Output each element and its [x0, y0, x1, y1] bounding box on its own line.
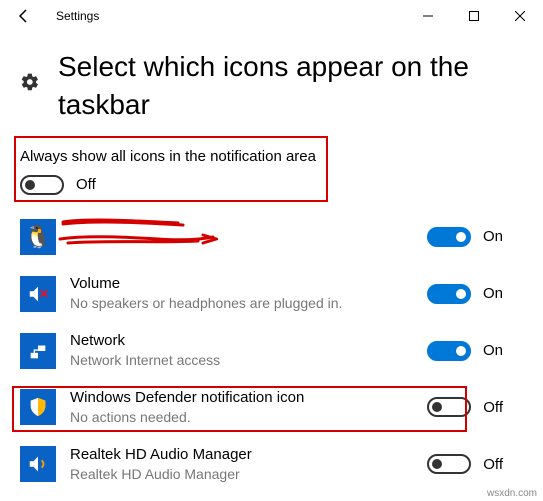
- content: Select which icons appear on the taskbar…: [0, 32, 543, 493]
- titlebar: Settings: [0, 0, 543, 32]
- item-state: On: [483, 342, 503, 359]
- always-show-state: Off: [76, 176, 96, 193]
- item-subtitle: No actions needed.: [70, 409, 427, 426]
- item-title: Realtek HD Audio Manager: [70, 446, 427, 464]
- list-item: Network Network Internet access On: [20, 322, 523, 379]
- item-subtitle: Network Internet access: [70, 352, 427, 369]
- always-show-label: Always show all icons in the notificatio…: [20, 148, 523, 165]
- item-state: Off: [483, 456, 503, 473]
- item-title: Network: [70, 332, 427, 350]
- network-icon-tile: [20, 333, 56, 369]
- item-state: On: [483, 228, 503, 245]
- maximize-icon: [469, 11, 479, 21]
- volume-muted-icon: [27, 283, 49, 305]
- item-subtitle: No speakers or headphones are plugged in…: [70, 295, 427, 312]
- redaction-scribble: [58, 215, 218, 253]
- always-show-section: Always show all icons in the notificatio…: [20, 148, 523, 195]
- shield-icon: [27, 396, 49, 418]
- item-subtitle: Realtek HD Audio Manager: [70, 466, 427, 483]
- item-toggle[interactable]: [427, 341, 471, 361]
- speaker-icon: [27, 453, 49, 475]
- watermark: wsxdn.com: [487, 488, 537, 499]
- defender-icon-tile: [20, 389, 56, 425]
- item-toggle[interactable]: [427, 454, 471, 474]
- realtek-icon-tile: [20, 446, 56, 482]
- item-toggle[interactable]: [427, 284, 471, 304]
- list-item: Windows Defender notification icon No ac…: [20, 379, 523, 436]
- list-item: Volume No speakers or headphones are plu…: [20, 265, 523, 322]
- penguin-icon: 🐧: [24, 224, 51, 250]
- item-toggle[interactable]: [427, 397, 471, 417]
- back-button[interactable]: [0, 0, 48, 32]
- item-state: On: [483, 285, 503, 302]
- gear-icon: [20, 72, 40, 97]
- minimize-icon: [423, 11, 433, 21]
- item-title: Volume: [70, 275, 427, 293]
- arrow-left-icon: [16, 8, 32, 24]
- window-controls: [405, 0, 543, 32]
- icon-list: 🐧 [redacted] [redacted] On Volu: [20, 209, 523, 493]
- volume-icon-tile: [20, 276, 56, 312]
- close-button[interactable]: [497, 0, 543, 32]
- close-icon: [515, 11, 525, 21]
- item-state: Off: [483, 399, 503, 416]
- minimize-button[interactable]: [405, 0, 451, 32]
- item-title: Windows Defender notification icon: [70, 389, 427, 407]
- list-item: Realtek HD Audio Manager Realtek HD Audi…: [20, 436, 523, 493]
- network-icon: [27, 340, 49, 362]
- page-title: Select which icons appear on the taskbar: [58, 48, 523, 124]
- window-title: Settings: [56, 9, 99, 23]
- maximize-button[interactable]: [451, 0, 497, 32]
- list-item: 🐧 [redacted] [redacted] On: [20, 209, 523, 266]
- always-show-toggle[interactable]: [20, 175, 64, 195]
- item-toggle[interactable]: [427, 227, 471, 247]
- app-icon: 🐧: [20, 219, 56, 255]
